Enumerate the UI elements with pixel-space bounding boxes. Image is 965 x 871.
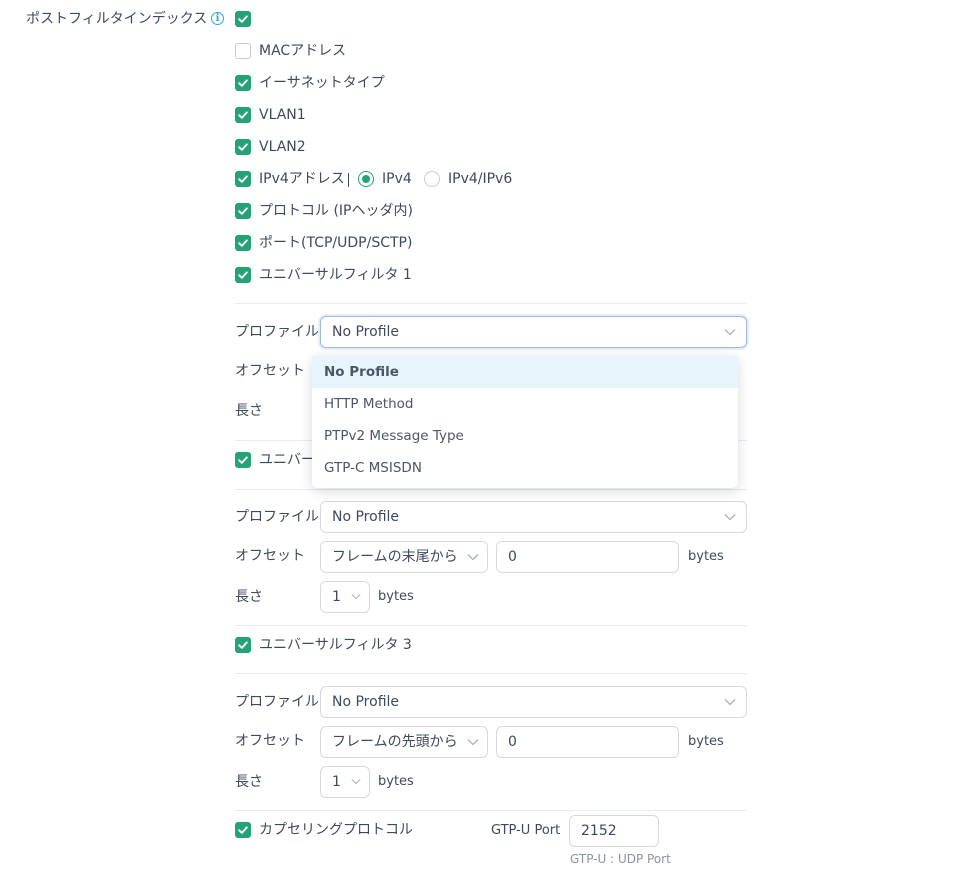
filter1-profile-value: No Profile bbox=[332, 324, 400, 340]
ipv4-address-label: IPv4アドレス bbox=[259, 171, 345, 187]
filter3-offset-label: オフセット bbox=[235, 733, 305, 749]
filter2-length-select[interactable]: 1 bbox=[320, 581, 370, 613]
filter2-length-unit: bytes bbox=[378, 589, 414, 604]
check-icon bbox=[238, 641, 248, 649]
divider bbox=[235, 489, 747, 490]
universal-filter-3-label: ユニバーサルフィルタ 3 bbox=[259, 637, 412, 653]
chevron-down-icon bbox=[724, 329, 736, 336]
divider bbox=[235, 810, 747, 811]
filter3-profile-select[interactable]: No Profile bbox=[320, 686, 747, 718]
filter2-offset-input[interactable]: 0 bbox=[496, 541, 679, 573]
filter3-offset-unit: bytes bbox=[688, 734, 724, 749]
filter1-profile-label: プロファイル bbox=[235, 324, 319, 340]
profile-option-gtp-c-msisdn[interactable]: GTP-C MSISDN bbox=[312, 452, 738, 484]
ipv4-radio[interactable] bbox=[358, 171, 374, 187]
protocol-checkbox[interactable] bbox=[235, 203, 251, 219]
chevron-down-icon bbox=[467, 554, 479, 561]
filter3-offset-input[interactable]: 0 bbox=[496, 726, 679, 758]
chevron-down-icon bbox=[351, 779, 361, 785]
mac-address-checkbox[interactable] bbox=[235, 43, 251, 59]
filter1-offset-label: オフセット bbox=[235, 363, 305, 379]
chevron-down-icon bbox=[724, 514, 736, 521]
vlan2-checkbox[interactable] bbox=[235, 139, 251, 155]
check-icon bbox=[238, 826, 248, 834]
ethernet-type-checkbox[interactable] bbox=[235, 75, 251, 91]
filter3-length-select[interactable]: 1 bbox=[320, 766, 370, 798]
filter1-length-label: 長さ bbox=[235, 403, 263, 419]
filter3-profile-label: プロファイル bbox=[235, 694, 319, 710]
divider bbox=[348, 173, 349, 187]
chevron-down-icon bbox=[724, 699, 736, 706]
universal-filter-2-checkbox[interactable] bbox=[235, 452, 251, 468]
filter2-profile-value: No Profile bbox=[332, 509, 400, 525]
gtp-u-port-label: GTP-U Port bbox=[491, 823, 561, 838]
divider bbox=[235, 303, 747, 304]
vlan1-checkbox[interactable] bbox=[235, 107, 251, 123]
ipv4-ipv6-radio[interactable] bbox=[424, 171, 440, 187]
profile-option-ptpv2-message-type[interactable]: PTPv2 Message Type bbox=[312, 420, 738, 452]
info-icon[interactable]: i bbox=[211, 12, 224, 25]
filter3-length-label: 長さ bbox=[235, 774, 263, 790]
gtp-u-port-hint: GTP-U : UDP Port bbox=[570, 852, 671, 866]
vlan1-label: VLAN1 bbox=[259, 107, 306, 123]
post-filter-index-label: ポストフィルタインデックス bbox=[26, 11, 208, 27]
encapsulation-label: カプセリングプロトコル bbox=[259, 822, 413, 838]
filter2-length-value: 1 bbox=[332, 589, 341, 605]
universal-filter-3-checkbox[interactable] bbox=[235, 637, 251, 653]
profile-option-http-method[interactable]: HTTP Method bbox=[312, 388, 738, 420]
filter2-offset-mode-value: フレームの末尾から bbox=[332, 549, 458, 565]
filter2-profile-label: プロファイル bbox=[235, 509, 319, 525]
protocol-label: プロトコル (IPヘッダ内) bbox=[259, 203, 413, 219]
check-icon bbox=[238, 79, 248, 87]
filter3-offset-value: 0 bbox=[508, 734, 517, 750]
port-checkbox[interactable] bbox=[235, 235, 251, 251]
gtp-u-port-value: 2152 bbox=[581, 823, 617, 839]
post-filter-index-checkbox[interactable] bbox=[235, 11, 251, 27]
check-icon bbox=[238, 207, 248, 215]
universal-filter-1-checkbox[interactable] bbox=[235, 267, 251, 283]
divider bbox=[235, 673, 747, 674]
chevron-down-icon bbox=[351, 594, 361, 600]
divider bbox=[235, 625, 747, 626]
filter3-offset-mode-value: フレームの先頭から bbox=[332, 734, 458, 750]
ipv4-address-checkbox[interactable] bbox=[235, 171, 251, 187]
filter2-length-label: 長さ bbox=[235, 589, 263, 605]
ipv4-ipv6-radio-label: IPv4/IPv6 bbox=[448, 171, 513, 187]
filter2-offset-unit: bytes bbox=[688, 549, 724, 564]
check-icon bbox=[238, 15, 248, 23]
chevron-down-icon bbox=[467, 739, 479, 746]
filter3-profile-value: No Profile bbox=[332, 694, 400, 710]
gtp-u-port-input[interactable]: 2152 bbox=[569, 815, 659, 847]
check-icon bbox=[238, 271, 248, 279]
check-icon bbox=[238, 456, 248, 464]
filter2-offset-mode-select[interactable]: フレームの末尾から bbox=[320, 541, 488, 573]
filter3-length-unit: bytes bbox=[378, 774, 414, 789]
check-icon bbox=[238, 175, 248, 183]
filter3-offset-mode-select[interactable]: フレームの先頭から bbox=[320, 726, 488, 758]
check-icon bbox=[238, 111, 248, 119]
profile-option-no-profile[interactable]: No Profile bbox=[312, 356, 738, 388]
mac-address-label: MACアドレス bbox=[259, 43, 347, 59]
filter1-profile-select[interactable]: No Profile bbox=[320, 316, 747, 348]
check-icon bbox=[238, 239, 248, 247]
vlan2-label: VLAN2 bbox=[259, 139, 306, 155]
universal-filter-1-label: ユニバーサルフィルタ 1 bbox=[259, 267, 412, 283]
ethernet-type-label: イーサネットタイプ bbox=[259, 75, 385, 91]
filter2-offset-label: オフセット bbox=[235, 548, 305, 564]
filter3-length-value: 1 bbox=[332, 774, 341, 790]
profile-dropdown-menu: No Profile HTTP Method PTPv2 Message Typ… bbox=[312, 356, 738, 488]
check-icon bbox=[238, 143, 248, 151]
universal-filter-2-label: ユニバー bbox=[259, 452, 315, 468]
encapsulation-checkbox[interactable] bbox=[235, 822, 251, 838]
filter2-offset-value: 0 bbox=[508, 549, 517, 565]
port-label: ポート(TCP/UDP/SCTP) bbox=[259, 235, 413, 251]
ipv4-radio-label: IPv4 bbox=[382, 171, 412, 187]
filter2-profile-select[interactable]: No Profile bbox=[320, 501, 747, 533]
